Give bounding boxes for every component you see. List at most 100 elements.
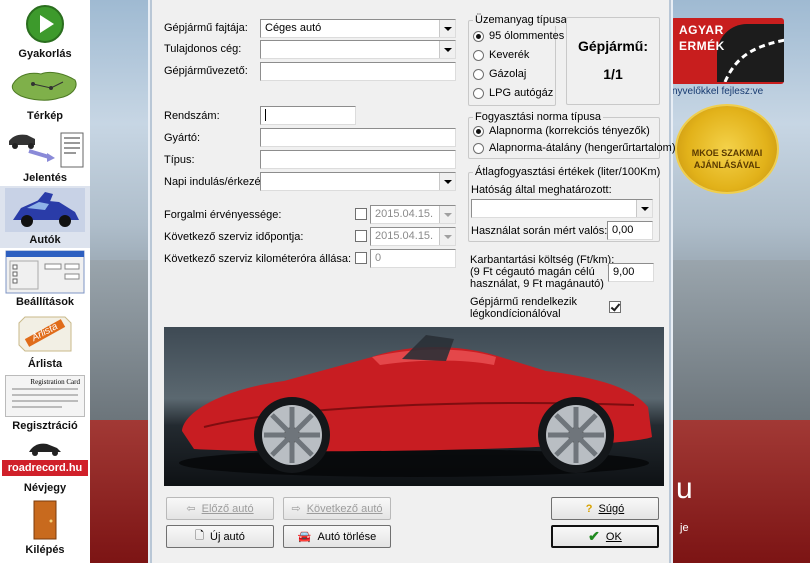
driver-field[interactable] xyxy=(260,62,456,81)
fuel-radio-1[interactable] xyxy=(473,50,484,61)
validity-date-picker[interactable]: 2015.04.15. xyxy=(370,205,456,224)
sidebar-item-beallitasok[interactable]: Beállítások xyxy=(0,248,90,310)
fuel-type-title: Üzemanyag típusa xyxy=(473,14,569,26)
validity-checkbox[interactable] xyxy=(355,208,367,220)
fuel-radio-2[interactable] xyxy=(473,69,484,80)
manufacturer-label: Gyártó: xyxy=(164,132,201,144)
pricelist-icon: Árlista xyxy=(5,313,85,355)
maintenance-label-line3: használat, 9 Ft magánautó) xyxy=(470,278,604,290)
owner-company-label: Tulajdonos cég: xyxy=(164,43,242,55)
driver-label: Gépjárművezető: xyxy=(164,65,248,77)
background-bottom-text: je xyxy=(680,522,689,534)
ac-checkbox[interactable] xyxy=(609,301,621,313)
chevron-down-icon xyxy=(439,173,455,190)
plate-label: Rendszám: xyxy=(164,110,220,122)
norm-radio-1[interactable] xyxy=(473,143,484,154)
norm-option-0: Alapnorma (korrekciós tényezők) xyxy=(489,125,650,137)
norm-option-1: Alapnorma-átalány (hengerűrtartalom) xyxy=(489,142,676,154)
ok-button[interactable]: ✔ OK xyxy=(551,525,659,548)
brand-logo: AGYAR ERMÉK xyxy=(671,18,784,84)
maintenance-label-line1: Karbantartási költség (Ft/km): xyxy=(470,254,615,266)
sidebar-item-label: Gyakorlás xyxy=(18,48,72,60)
validity-label: Forgalmi érvényessége: xyxy=(164,209,282,221)
fuel-radio-3[interactable] xyxy=(473,88,484,99)
map-icon xyxy=(5,65,85,107)
logo-tagline: nyvelőkkel fejlesz:ve xyxy=(672,86,764,97)
new-document-icon: 🗋 xyxy=(195,530,204,542)
chevron-down-icon xyxy=(636,200,652,217)
logo-road-shape xyxy=(717,24,784,83)
consumption-title: Átlagfogyasztási értékek (liter/100Km) xyxy=(473,166,663,178)
fuel-option-1: Keverék xyxy=(489,49,530,61)
measured-consumption-label: Használat során mért valós: xyxy=(471,225,608,237)
about-icon: roadrecord.hu xyxy=(2,437,88,479)
fuel-type-group: Üzemanyag típusa 95 ólommentes Keverék G… xyxy=(468,14,569,106)
daily-select[interactable] xyxy=(260,172,456,191)
registration-card-text: Registration Card xyxy=(30,378,80,386)
measured-consumption-field[interactable]: 0,00 xyxy=(607,221,653,240)
service-date-label: Következő szerviz időpontja: xyxy=(164,231,304,243)
service-km-checkbox[interactable] xyxy=(355,252,367,264)
fuel-radio-0[interactable] xyxy=(473,31,484,42)
sidebar-item-arlista[interactable]: Árlista Árlista xyxy=(0,310,90,372)
official-consumption-select[interactable] xyxy=(471,199,653,218)
service-km-field[interactable]: 0 xyxy=(370,249,456,268)
next-car-button[interactable]: ⇨ Következő autó xyxy=(283,497,391,520)
chevron-down-icon xyxy=(439,228,455,245)
vehicle-type-select[interactable]: Céges autó xyxy=(260,19,456,38)
service-km-label: Következő szerviz kilométeróra állása: xyxy=(164,253,352,265)
sidebar-item-terkep[interactable]: Térkép xyxy=(0,62,90,124)
fuel-option-0: 95 ólommentes xyxy=(489,30,565,42)
prev-car-button[interactable]: ⇦ Előző autó xyxy=(166,497,274,520)
fuel-option-2: Gázolaj xyxy=(489,68,527,80)
registration-icon: Registration Card xyxy=(5,375,85,417)
sidebar-item-label: Térkép xyxy=(26,110,64,122)
chevron-down-icon xyxy=(439,206,455,223)
play-icon xyxy=(5,3,85,45)
daily-label: Napi indulás/érkezés: xyxy=(164,176,270,188)
sidebar-item-label: Beállítások xyxy=(15,296,75,308)
service-date-checkbox[interactable] xyxy=(355,230,367,242)
help-icon: ? xyxy=(585,502,593,515)
new-car-button[interactable]: 🗋 Új autó xyxy=(166,525,274,548)
norm-radio-0[interactable] xyxy=(473,126,484,137)
report-icon xyxy=(5,127,85,169)
logo-text-line1: AGYAR xyxy=(679,23,724,37)
vehicle-counter-title: Gépjármű: xyxy=(577,38,648,54)
fuel-option-3: LPG autógáz xyxy=(489,87,554,99)
sidebar-item-kilepes[interactable]: Kilépés xyxy=(0,496,90,558)
sidebar-item-label: Kilépés xyxy=(25,544,65,556)
ac-label-line1: Gépjármű rendelkezik xyxy=(470,296,577,308)
recommendation-seal: MKOE SZAKMAI AJÁNLÁSÁVAL xyxy=(677,106,777,192)
text-cursor xyxy=(265,109,266,122)
exit-door-icon xyxy=(5,499,85,541)
sidebar: Gyakorlás Térkép Jelentés Autók Beállítá… xyxy=(0,0,90,563)
sidebar-item-label: Árlista xyxy=(27,358,63,370)
sidebar-item-gyakorlas[interactable]: Gyakorlás xyxy=(0,0,90,62)
ac-label-line2: légkondícionálóval xyxy=(470,308,561,320)
official-consumption-label: Hatóság által meghatározott: xyxy=(471,184,612,196)
sidebar-item-jelentes[interactable]: Jelentés xyxy=(0,124,90,186)
car-photo xyxy=(164,327,664,486)
settings-icon xyxy=(5,250,85,294)
chevron-down-icon xyxy=(439,41,455,58)
service-date-picker[interactable]: 2015.04.15. xyxy=(370,227,456,246)
plate-field[interactable] xyxy=(260,106,356,125)
delete-car-button[interactable]: 🚘 Autó törlése xyxy=(283,525,391,548)
manufacturer-field[interactable] xyxy=(260,128,456,147)
owner-company-select[interactable] xyxy=(260,40,456,59)
norm-type-title: Fogyasztási norma típusa xyxy=(473,111,603,123)
sidebar-item-regisztracio[interactable]: Registration Card Regisztráció xyxy=(0,372,90,434)
sidebar-item-autok[interactable]: Autók xyxy=(0,186,90,248)
model-label: Típus: xyxy=(164,154,195,166)
model-field[interactable] xyxy=(260,150,456,169)
sidebar-item-nevjegy[interactable]: roadrecord.hu Névjegy xyxy=(0,434,90,496)
car-illustration xyxy=(179,335,652,477)
maintenance-cost-field[interactable]: 9,00 xyxy=(608,263,654,282)
roadrecord-banner: roadrecord.hu xyxy=(2,460,88,476)
help-button[interactable]: ? Súgó xyxy=(551,497,659,520)
vehicle-counter-value: 1/1 xyxy=(603,66,623,82)
maintenance-label-line2: (9 Ft cégautó magán célú xyxy=(470,266,595,278)
delete-car-icon: 🚘 xyxy=(297,531,312,543)
logo-text-line2: ERMÉK xyxy=(679,39,725,53)
